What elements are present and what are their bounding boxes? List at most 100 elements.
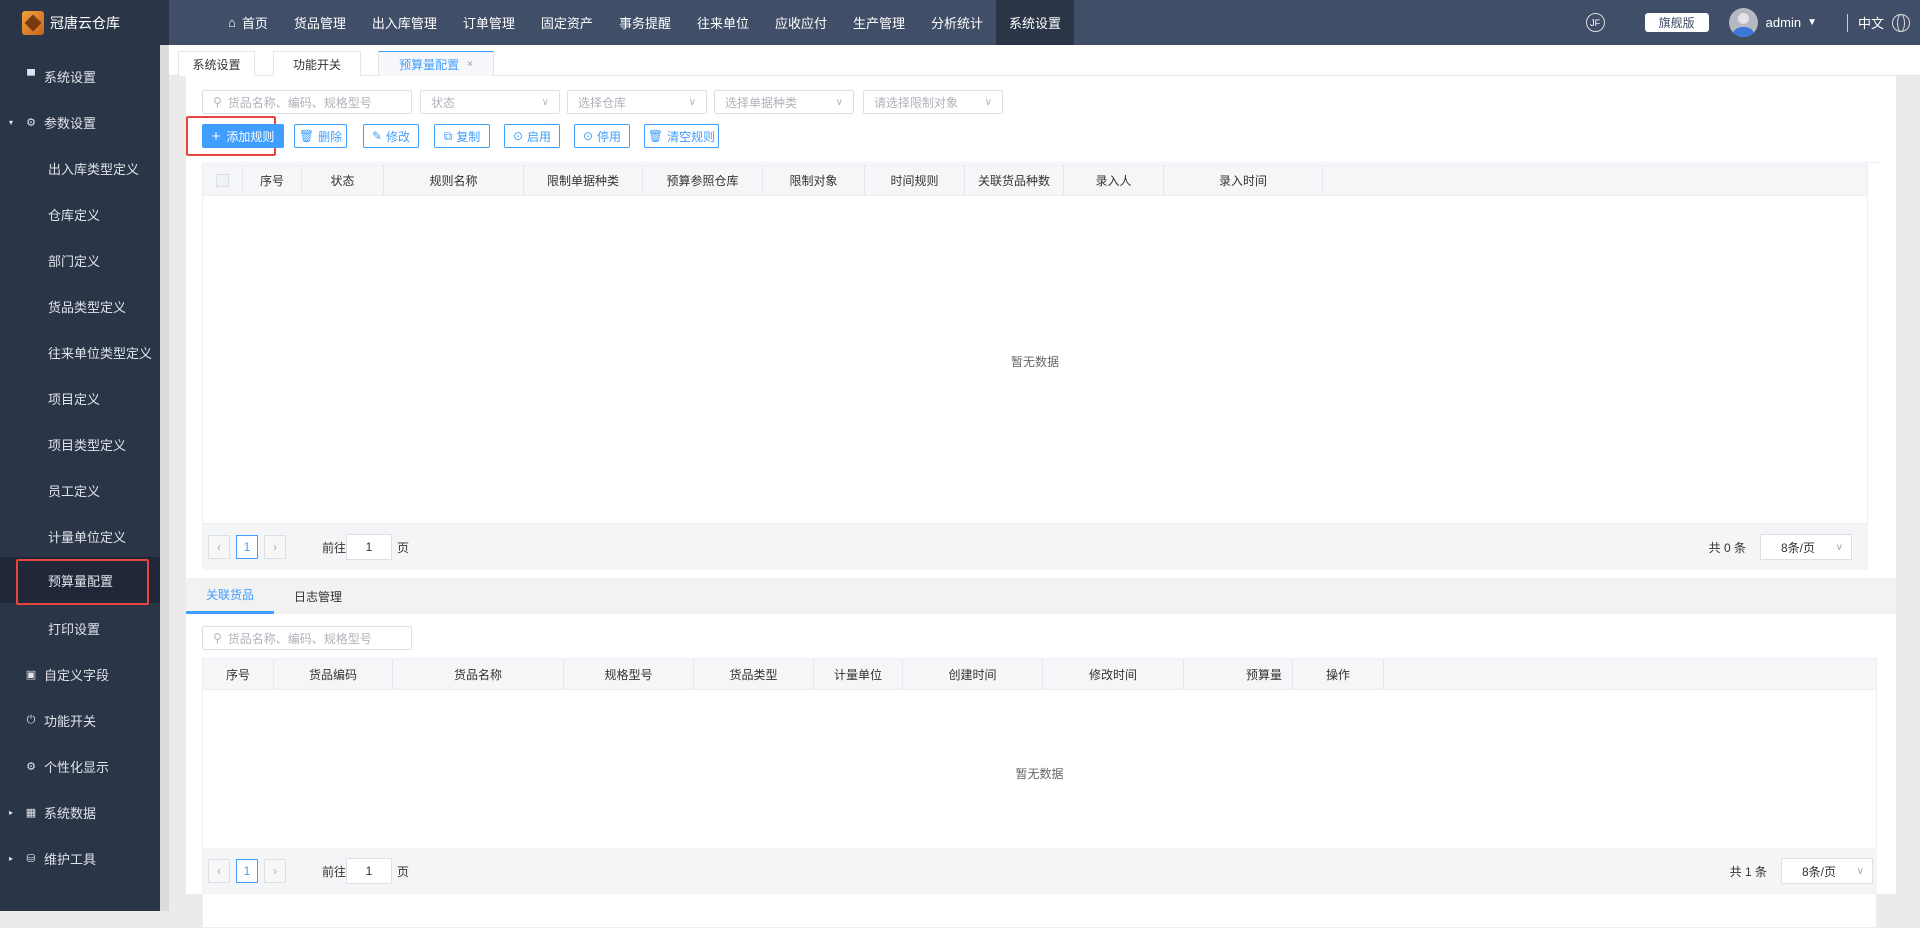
column-header[interactable]: 录入人	[1064, 165, 1164, 195]
column-header[interactable]: 限制单据种类	[524, 165, 643, 195]
edition-badge[interactable]: 旗舰版	[1644, 13, 1709, 32]
sidebar-item[interactable]: 货品类型定义	[0, 283, 160, 329]
column-header[interactable]: 预算参照仓库	[643, 165, 763, 195]
column-header[interactable]: 操作	[1293, 659, 1384, 689]
caret-down-icon[interactable]: ▼	[1807, 17, 1817, 28]
tab-system-settings[interactable]: 系统设置	[178, 51, 255, 76]
edit-button[interactable]: ✎ 修改	[363, 124, 419, 148]
globe-icon[interactable]	[1892, 13, 1910, 32]
nav-item[interactable]: 往来单位	[684, 0, 762, 45]
menu-icon: ⚙	[26, 116, 36, 129]
tab-feature-switch[interactable]: 功能开关	[273, 51, 361, 76]
nav-label: 分析统计	[931, 16, 984, 31]
next-page-button[interactable]: ›	[264, 535, 286, 559]
menu-icon: ⚙	[26, 760, 36, 773]
sidebar-item[interactable]: 打印设置	[0, 605, 160, 651]
nav-item[interactable]: 系统设置	[996, 0, 1075, 45]
jf-icon[interactable]: JF	[1585, 13, 1605, 32]
sidebar-item[interactable]: ▸ ▦ 系统数据	[0, 789, 160, 835]
sidebar-scrollbar[interactable]	[160, 45, 169, 911]
nav-item[interactable]: 生产管理	[840, 0, 918, 45]
column-header[interactable]: 创建时间	[903, 659, 1043, 689]
user-name[interactable]: admin	[1766, 15, 1801, 30]
column-header[interactable]: 货品编码	[274, 659, 393, 689]
next-page-button[interactable]: ›	[264, 859, 286, 883]
nav-item[interactable]: 分析统计	[918, 0, 996, 45]
sidebar-item[interactable]: 项目类型定义	[0, 421, 160, 467]
sidebar-item[interactable]: ▣ 自定义字段	[0, 651, 160, 697]
close-icon[interactable]: ×	[467, 59, 473, 70]
prev-page-button[interactable]: ‹	[208, 535, 230, 559]
empty-text: 暂无数据	[1010, 355, 1059, 369]
column-header[interactable]: 计量单位	[814, 659, 903, 689]
nav-label: 固定资产	[540, 16, 593, 31]
tab-budget-config[interactable]: 预算量配置 ×	[378, 51, 494, 76]
sidebar-item[interactable]: ▸ ⛁ 维护工具	[0, 835, 160, 881]
menu-icon: ▀	[27, 70, 35, 82]
page-number[interactable]: 1	[236, 859, 258, 883]
disable-button[interactable]: ⊙ 停用	[574, 124, 630, 148]
sidebar-item[interactable]: 预算量配置	[0, 557, 160, 605]
doc-type-select[interactable]: 选择单据种类 ∨	[714, 90, 854, 114]
page-size-select[interactable]: 8条/页 ∨	[1781, 858, 1873, 884]
column-header[interactable]: 关联货品种数	[965, 165, 1064, 195]
column-header[interactable]: 修改时间	[1043, 659, 1184, 689]
nav-item[interactable]: 固定资产	[528, 0, 606, 45]
nav-item[interactable]: 货品管理	[281, 0, 359, 45]
column-header[interactable]: 序号	[203, 659, 274, 689]
sidebar-item[interactable]: ▾ ⚙ 参数设置	[0, 99, 160, 145]
column-header[interactable]: 规则名称	[384, 165, 524, 195]
select-all-checkbox[interactable]	[203, 165, 243, 195]
prev-page-button[interactable]: ‹	[208, 859, 230, 883]
copy-button[interactable]: ⧉ 复制	[434, 124, 490, 148]
page-size-select[interactable]: 8条/页 ∨	[1760, 534, 1852, 560]
column-header[interactable]: 时间规则	[865, 165, 965, 195]
column-header[interactable]: 货品类型	[694, 659, 814, 689]
sidebar-item[interactable]: 部门定义	[0, 237, 160, 283]
column-header[interactable]: 货品名称	[393, 659, 564, 689]
tab-log[interactable]: 日志管理	[274, 578, 362, 614]
column-header[interactable]: 状态	[302, 165, 384, 195]
search-icon: ⚲	[213, 631, 222, 645]
tab-related-goods[interactable]: 关联货品	[186, 578, 275, 614]
status-select[interactable]: 状态 ∨	[420, 90, 560, 114]
goto-page-input[interactable]: 1	[346, 858, 393, 884]
nav-item[interactable]: 事务提醒	[606, 0, 684, 45]
sidebar-item[interactable]: 员工定义	[0, 467, 160, 513]
warehouse-select[interactable]: 选择仓库 ∨	[567, 90, 707, 114]
add-rule-button[interactable]: + 添加规则	[202, 124, 284, 148]
clear-rules-button[interactable]: 🗑 清空规则	[644, 124, 719, 148]
column-header[interactable]: 序号	[243, 165, 302, 195]
nav-item[interactable]: 出入库管理	[359, 0, 450, 45]
nav-label: 出入库管理	[371, 16, 437, 31]
column-header[interactable]: 规格型号	[564, 659, 694, 689]
column-header[interactable]: 录入时间	[1164, 165, 1323, 195]
nav-item[interactable]: 订单管理	[450, 0, 528, 45]
sidebar-item[interactable]: ⏻ 功能开关	[0, 697, 160, 743]
app-logo[interactable]: 冠唐云仓库	[0, 0, 169, 45]
goto-page-input[interactable]: 1	[346, 534, 393, 560]
sidebar-item[interactable]: 计量单位定义	[0, 513, 160, 559]
sidebar-item[interactable]: 往来单位类型定义	[0, 329, 160, 375]
nav-item[interactable]: ⌂ 首页	[215, 0, 281, 45]
column-header[interactable]: 限制对象	[763, 165, 865, 195]
main-nav: ⌂ 首页 货品管理 出入库管理 订单管理 固定资产 事务提醒 往来单位 应收应付 生产管理 分析统计…	[215, 0, 1075, 45]
total-count: 共 0 条	[1708, 540, 1746, 555]
search-input[interactable]: ⚲ 货品名称、编码、规格型号	[202, 90, 412, 114]
page-number[interactable]: 1	[236, 535, 258, 559]
sidebar-item[interactable]: ▀ 系统设置	[0, 53, 160, 99]
sidebar-item[interactable]: 出入库类型定义	[0, 145, 160, 191]
sidebar-item[interactable]: 仓库定义	[0, 191, 160, 237]
column-header[interactable]: 预算量	[1184, 659, 1293, 689]
target-select[interactable]: 请选择限制对象 ∨	[863, 90, 1003, 114]
enable-button[interactable]: ⊙ 启用	[504, 124, 560, 148]
delete-button[interactable]: 🗑 删除	[294, 124, 347, 148]
language-switch[interactable]: 中文	[1858, 13, 1884, 32]
top-header: 冠唐云仓库 ⌂ 首页 货品管理 出入库管理 订单管理 固定资产 事务提醒 往来单位 应收应付 生产…	[0, 0, 1920, 45]
avatar[interactable]	[1728, 8, 1758, 37]
sidebar-item[interactable]: ⚙ 个性化显示	[0, 743, 160, 789]
goods-search-input[interactable]: ⚲ 货品名称、编码、规格型号	[202, 626, 412, 650]
sidebar-item-label: 部门定义	[48, 253, 101, 269]
sidebar-item[interactable]: 项目定义	[0, 375, 160, 421]
nav-item[interactable]: 应收应付	[762, 0, 840, 45]
